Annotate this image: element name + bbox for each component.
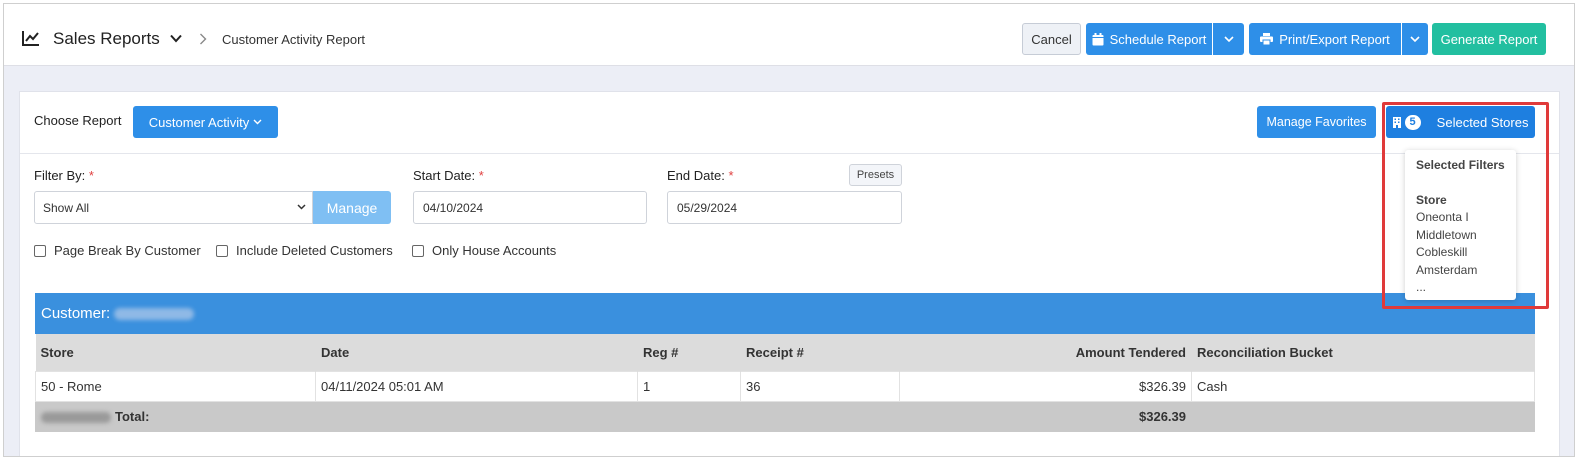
schedule-report-dropdown[interactable] [1213,23,1244,55]
generate-report-button[interactable]: Generate Report [1432,23,1546,55]
column-header: Receipt # [740,334,900,371]
store-item: Cobleskill [1416,245,1468,259]
table-cell: 04/11/2024 05:01 AM [315,370,638,402]
column-header: Amount Tendered [899,334,1192,371]
presets-button[interactable]: Presets [849,164,902,186]
breadcrumb-separator-icon [200,33,207,45]
house-accounts-checkbox[interactable]: Only House Accounts [412,243,556,258]
store-item: Oneonta I [1416,210,1469,224]
report-dropdown-label: Customer Activity [148,114,250,130]
schedule-report-label: Schedule Report [1109,31,1207,47]
chevron-down-icon[interactable] [170,34,182,43]
filter-by-label: Filter By: * [34,168,94,183]
total-row: Total: $326.39 [35,400,1535,432]
column-header: Reconciliation Bucket [1191,334,1535,371]
page-title[interactable]: Sales Reports [53,29,160,49]
print-export-button[interactable]: Print/Export Report [1249,23,1401,55]
app-window: Sales Reports Customer Activity Report C… [3,3,1575,457]
column-header: Date [315,334,638,371]
customer-header-bar: Customer: [35,293,1535,334]
table-cell: 1 [637,370,741,402]
filter-by-value: Show All [43,201,90,215]
building-icon [1392,116,1401,128]
table-header-row: Store Date Reg # Receipt # Amount Tender… [35,334,1535,371]
chart-line-icon [22,31,39,46]
checkbox-box[interactable] [216,244,228,257]
chevron-down-icon [297,204,306,210]
start-date-input[interactable]: 04/10/2024 [413,191,647,224]
store-item-more: ... [1416,280,1427,294]
report-dropdown-button[interactable]: Customer Activity [133,106,278,138]
selected-stores-button[interactable]: 5 Selected Stores [1386,106,1535,138]
end-date-label: End Date: * [667,168,734,183]
breadcrumb-current: Customer Activity Report [222,32,366,47]
store-item: Middletown [1416,227,1477,242]
report-card: Choose Report Customer Activity Manage F… [19,91,1560,456]
redacted-customer-name [41,411,111,423]
chevron-down-icon [1410,35,1420,42]
include-deleted-checkbox[interactable]: Include Deleted Customers [216,243,393,258]
table-cell: Cash [1191,370,1535,402]
print-export-dropdown[interactable] [1402,23,1428,55]
popover-subheading: Store [1416,193,1447,207]
table-row: 50 - Rome 04/11/2024 05:01 AM 1 36 $326.… [35,370,1535,402]
checkbox-box[interactable] [34,244,46,257]
checkbox-label: Page Break By Customer [54,243,201,258]
manage-favorites-button[interactable]: Manage Favorites [1257,106,1376,138]
stores-count-badge: 5 [1404,114,1421,130]
top-header: Sales Reports Customer Activity Report C… [4,4,1574,66]
table-cell: 36 [740,370,900,402]
choose-report-label: Choose Report [34,113,122,128]
end-date-input[interactable]: 05/29/2024 [667,191,902,224]
filter-by-select[interactable]: Show All [34,191,313,224]
customer-label: Customer: [41,305,111,322]
selected-stores-label: Selected Stores [1436,114,1529,130]
checkbox-label: Only House Accounts [432,243,557,258]
total-label: Total: [115,408,150,424]
chevron-down-icon [253,119,262,125]
print-export-label: Print/Export Report [1279,31,1390,47]
table-cell [1191,400,1535,432]
cancel-button[interactable]: Cancel [1022,23,1081,55]
schedule-report-button[interactable]: Schedule Report [1086,23,1212,55]
printer-icon [1260,33,1274,45]
page-break-checkbox[interactable]: Page Break By Customer [34,243,201,258]
report-selector-row: Choose Report Customer Activity Manage F… [20,92,1559,154]
popover-heading: Selected Filters [1416,158,1505,172]
column-header: Store [35,334,316,371]
checkbox-label: Include Deleted Customers [236,243,393,258]
store-item: Amsterdam [1416,262,1478,277]
selected-filters-popover: Selected Filters Store Oneonta I Middlet… [1405,150,1516,300]
total-amount-cell: $326.39 [899,400,1192,432]
checkbox-box[interactable] [412,244,424,257]
report-table: Store Date Reg # Receipt # Amount Tender… [35,334,1535,432]
start-date-label: Start Date: * [413,168,484,183]
calendar-icon [1092,32,1104,45]
redacted-customer-name [114,308,195,321]
column-header: Reg # [637,334,741,371]
table-cell: 50 - Rome [35,370,316,402]
table-cell: $326.39 [899,370,1192,402]
chevron-down-icon [1223,35,1234,42]
manage-filter-button[interactable]: Manage [313,191,391,224]
total-label-cell: Total: [35,400,900,432]
